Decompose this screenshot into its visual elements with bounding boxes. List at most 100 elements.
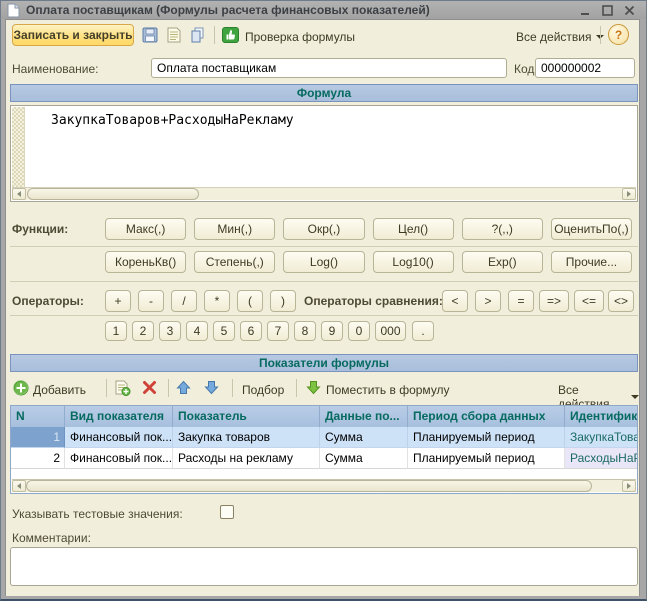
cell-period[interactable]: Планируемый период xyxy=(408,427,565,448)
operator-button[interactable]: - xyxy=(138,290,164,312)
function-button[interactable]: Exp() xyxy=(462,251,543,273)
column-header[interactable]: Идентификатор xyxy=(565,406,637,427)
comparison-button[interactable]: < xyxy=(442,290,468,312)
cell-identifier[interactable]: ЗакупкаТоваров xyxy=(565,427,637,448)
operator-button[interactable]: ) xyxy=(270,290,296,312)
digit-button[interactable]: 3 xyxy=(159,321,181,341)
comments-textarea[interactable] xyxy=(10,547,638,586)
function-button[interactable]: Окр(,) xyxy=(283,218,364,240)
move-up-icon[interactable] xyxy=(176,380,191,395)
scrollbar-thumb[interactable] xyxy=(27,188,199,200)
separator-line xyxy=(10,246,638,247)
function-button[interactable]: ОценитьПо(,) xyxy=(551,218,632,240)
function-button[interactable]: Log() xyxy=(283,251,364,273)
copy-row-icon[interactable] xyxy=(114,380,131,396)
digit-button[interactable]: 9 xyxy=(321,321,343,341)
digit-button[interactable]: 6 xyxy=(240,321,262,341)
scroll-left-button[interactable] xyxy=(12,480,26,492)
add-row-button[interactable]: Добавить xyxy=(33,383,86,397)
test-values-checkbox[interactable] xyxy=(220,505,234,519)
scroll-right-button[interactable] xyxy=(622,188,636,200)
column-header[interactable]: Показатель xyxy=(173,406,320,427)
pick-button[interactable]: Подбор xyxy=(242,383,284,397)
minimize-button[interactable] xyxy=(579,4,592,17)
indicators-section-header: Показатели формулы xyxy=(10,354,638,372)
check-formula-button[interactable]: Проверка формулы xyxy=(245,30,355,44)
cell-identifier[interactable]: РасходыНаРекламу xyxy=(565,448,637,469)
comparison-button[interactable]: <> xyxy=(608,290,634,312)
digit-button[interactable]: 8 xyxy=(294,321,316,341)
digit-button[interactable]: 7 xyxy=(267,321,289,341)
operator-button[interactable]: / xyxy=(171,290,197,312)
formula-text[interactable]: ЗакупкаТоваров+РасходыНаРекламу xyxy=(25,107,636,187)
function-button[interactable]: Log10() xyxy=(373,251,454,273)
toolbar-separator xyxy=(600,26,601,44)
row-selector-cell[interactable]: 1 xyxy=(11,427,65,448)
formula-editor[interactable]: ЗакупкаТоваров+РасходыНаРекламу xyxy=(10,105,638,202)
comments-label: Комментарии: xyxy=(12,531,91,545)
digit-button[interactable]: 4 xyxy=(186,321,208,341)
reread-document-icon[interactable] xyxy=(166,27,182,43)
insert-to-formula-button[interactable]: Поместить в формулу xyxy=(326,383,450,397)
digit-button[interactable]: 0 xyxy=(348,321,370,341)
operator-button[interactable]: ( xyxy=(237,290,263,312)
code-input[interactable]: 000000002 xyxy=(535,58,635,78)
row-selector-cell[interactable]: 2 xyxy=(11,448,65,469)
function-button[interactable]: Прочие... xyxy=(551,251,632,273)
save-and-close-button[interactable]: Записать и закрыть xyxy=(12,24,134,46)
column-header[interactable]: Период сбора данных xyxy=(408,406,565,427)
delete-row-icon[interactable] xyxy=(142,380,157,395)
cell-data[interactable]: Сумма xyxy=(320,448,408,469)
comparison-button[interactable]: > xyxy=(475,290,501,312)
toolbar-separator xyxy=(232,379,233,397)
digit-button[interactable]: . xyxy=(412,321,434,341)
cell-indicator[interactable]: Расходы на рекламу xyxy=(173,448,320,469)
comparison-button[interactable]: = xyxy=(508,290,534,312)
add-icon[interactable] xyxy=(13,380,29,396)
insert-to-formula-icon[interactable] xyxy=(306,380,321,395)
function-button[interactable]: Цел() xyxy=(373,218,454,240)
move-down-icon[interactable] xyxy=(204,380,219,395)
window-title: Оплата поставщикам (Формулы расчета фина… xyxy=(26,3,579,17)
formula-scrollbar[interactable] xyxy=(12,187,636,200)
comparison-button[interactable]: <= xyxy=(574,290,604,312)
save-icon[interactable] xyxy=(142,27,158,43)
digit-button[interactable]: 000 xyxy=(375,321,406,341)
close-button[interactable] xyxy=(623,4,636,17)
cell-data[interactable]: Сумма xyxy=(320,427,408,448)
function-button[interactable]: Мин(,) xyxy=(194,218,275,240)
operator-button[interactable]: * xyxy=(204,290,230,312)
titlebar[interactable]: Оплата поставщикам (Формулы расчета фина… xyxy=(1,1,646,19)
maximize-button[interactable] xyxy=(601,4,614,17)
function-button[interactable]: Макс(,) xyxy=(105,218,186,240)
digit-button[interactable]: 5 xyxy=(213,321,235,341)
operator-button[interactable]: + xyxy=(105,290,131,312)
column-header[interactable]: N xyxy=(11,406,65,427)
cell-period[interactable]: Планируемый период xyxy=(408,448,565,469)
check-formula-icon[interactable] xyxy=(222,27,239,43)
cell-kind[interactable]: Финансовый пок... xyxy=(65,448,173,469)
digit-button[interactable]: 2 xyxy=(132,321,154,341)
digit-button[interactable]: 1 xyxy=(105,321,127,341)
table-row[interactable]: 1 Финансовый пок... Закупка товаров Сумм… xyxy=(11,427,637,448)
function-button[interactable]: ?(,,) xyxy=(462,218,543,240)
scroll-left-button[interactable] xyxy=(12,188,26,200)
table-row[interactable]: 2 Финансовый пок... Расходы на рекламу С… xyxy=(11,448,637,469)
table-scrollbar[interactable] xyxy=(12,479,636,492)
all-actions-button[interactable]: Все действия xyxy=(516,30,604,44)
copy-icon[interactable] xyxy=(190,27,206,43)
column-header[interactable]: Вид показателя xyxy=(65,406,173,427)
column-header[interactable]: Данные по... xyxy=(320,406,408,427)
function-button[interactable]: КореньКв() xyxy=(105,251,186,273)
form-content: Записать и закрыть Проверка формулы Все … xyxy=(5,19,640,596)
scrollbar-thumb[interactable] xyxy=(26,480,592,492)
help-button[interactable]: ? xyxy=(608,24,629,45)
scroll-right-button[interactable] xyxy=(622,480,636,492)
comparison-button[interactable]: => xyxy=(539,290,569,312)
name-input[interactable]: Оплата поставщикам xyxy=(151,58,507,78)
indicators-table[interactable]: N Вид показателя Показатель Данные по...… xyxy=(10,405,638,494)
function-button[interactable]: Степень(,) xyxy=(194,251,275,273)
cell-kind[interactable]: Финансовый пок... xyxy=(65,427,173,448)
chevron-down-icon xyxy=(631,395,639,399)
cell-indicator[interactable]: Закупка товаров xyxy=(173,427,320,448)
